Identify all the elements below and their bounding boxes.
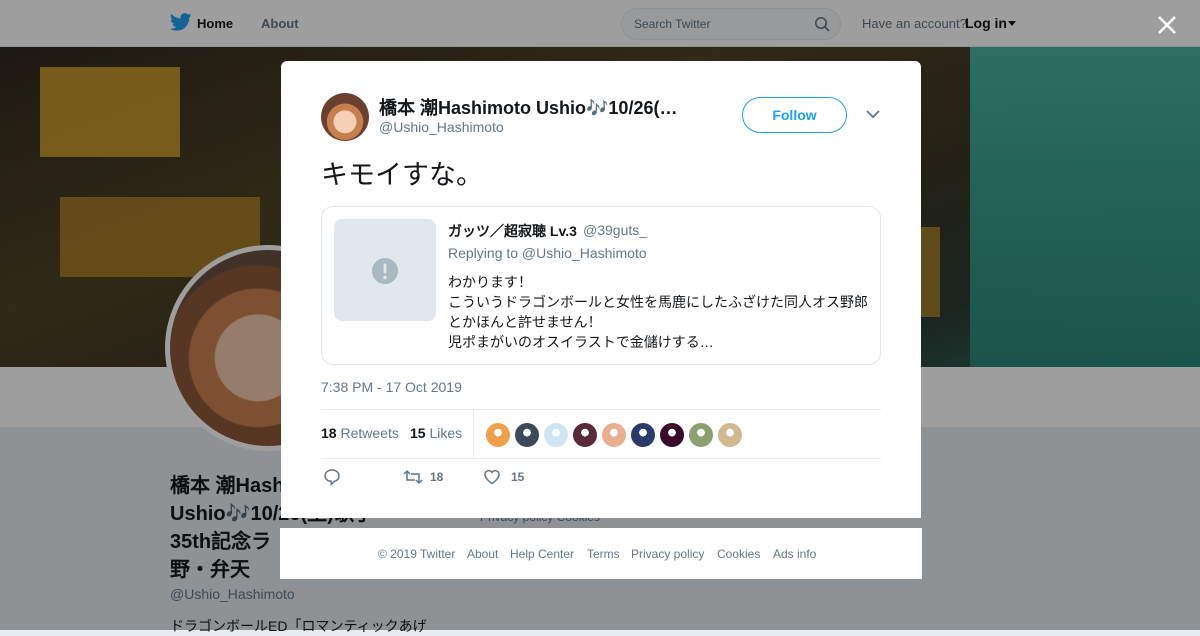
quoted-replying-to: Replying to @Ushio_Hashimoto — [448, 245, 647, 261]
footer-copyright: © 2019 Twitter — [378, 547, 456, 561]
retweet-icon — [403, 469, 423, 485]
liker-avatar[interactable] — [688, 422, 714, 448]
liker-avatar[interactable] — [630, 422, 656, 448]
quoted-author-handle: @39guts_ — [583, 222, 648, 238]
quoted-author-name: ガッツ／超寂聴 Lv.3 — [448, 223, 577, 239]
reply-icon — [324, 469, 340, 486]
tweet-text: キモイすな。 — [321, 160, 483, 190]
tweet-timestamp[interactable]: 7:38 PM - 17 Oct 2019 — [321, 379, 462, 395]
quoted-tweet[interactable]: ガッツ／超寂聴 Lv.3 @39guts_ Replying to @Ushio… — [321, 206, 881, 365]
tweet-modal: 橋本 潮Hashimoto Ushio🎶10/26(… @Ushio_Hashi… — [281, 61, 921, 518]
chevron-down-icon[interactable] — [866, 109, 880, 119]
close-icon[interactable] — [1154, 12, 1180, 38]
footer-privacy-link[interactable]: Privacy policy — [631, 547, 704, 561]
heart-icon — [484, 469, 500, 485]
author-handle[interactable]: @Ushio_Hashimoto — [379, 119, 504, 135]
likes-stat[interactable]: 15 Likes — [410, 425, 462, 441]
alert-icon — [372, 258, 398, 284]
footer-cookies-link[interactable]: Cookies — [717, 547, 760, 561]
tweet-actions: 18 15 — [321, 466, 621, 490]
quoted-text: わかります！ こういうドラゴンボールと女性を馬鹿にしたふざけた同人オス野郎 とか… — [448, 274, 868, 350]
liker-avatar[interactable] — [717, 422, 743, 448]
modal-footer: © 2019 Twitter About Help Center Terms P… — [280, 528, 922, 579]
retweets-stat[interactable]: 18 Retweets — [321, 425, 399, 441]
liker-avatar[interactable] — [514, 422, 540, 448]
author-avatar[interactable] — [321, 93, 369, 141]
quoted-media-placeholder — [334, 219, 436, 321]
follow-button[interactable]: Follow — [742, 97, 847, 133]
liker-avatar[interactable] — [659, 422, 685, 448]
liker-avatar[interactable] — [543, 422, 569, 448]
author-name[interactable]: 橋本 潮Hashimoto Ushio🎶10/26(… — [379, 94, 689, 120]
tweet-stats: 18 Retweets 15 Likes — [321, 409, 881, 459]
stats-divider — [473, 410, 474, 458]
liker-avatar[interactable] — [485, 422, 511, 448]
footer-ads-info-link[interactable]: Ads info — [773, 547, 816, 561]
footer-help-center-link[interactable]: Help Center — [510, 547, 574, 561]
liker-avatar[interactable] — [572, 422, 598, 448]
footer-about-link[interactable]: About — [467, 547, 498, 561]
liker-avatar[interactable] — [601, 422, 627, 448]
footer-terms-link[interactable]: Terms — [587, 547, 620, 561]
